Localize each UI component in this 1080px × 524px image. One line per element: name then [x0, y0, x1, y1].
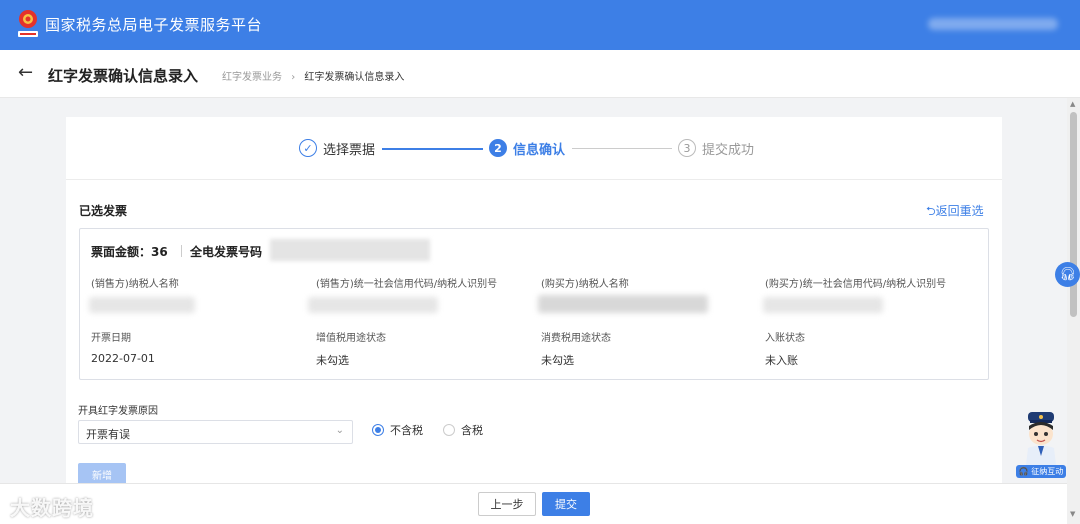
- seller-id-label: (销售方)统一社会信用代码/纳税人识别号: [316, 279, 498, 290]
- consumption-use-label: 消费税用途状态: [541, 333, 611, 344]
- entry-status-value: 未入账: [765, 354, 798, 367]
- radio-unchecked-icon: [443, 424, 455, 436]
- top-navbar: 国家税务总局电子发票服务平台: [0, 0, 1080, 50]
- seller-name-redacted: [89, 297, 195, 313]
- radio-tax-inclusive[interactable]: 含税: [443, 422, 483, 438]
- footer-bar: 大数跨境 上一步 提交: [0, 483, 1067, 524]
- page-title: 红字发票确认信息录入: [48, 67, 199, 85]
- reselect-link[interactable]: ⮌返回重选: [926, 202, 984, 223]
- submit-button[interactable]: 提交: [542, 492, 590, 516]
- assistant-label: 🎧 征纳互动: [1016, 465, 1066, 478]
- step-progress: ✓ 选择票据 2 信息确认 3 提交成功: [66, 117, 1002, 180]
- buyer-name-redacted: [538, 295, 708, 313]
- step-number: 3: [678, 139, 696, 157]
- step-confirm-info: 2 信息确认: [489, 138, 565, 158]
- reason-select[interactable]: 开票有误 ⌄: [78, 420, 353, 444]
- consumption-use-value: 未勾选: [541, 354, 574, 367]
- breadcrumb-separator-icon: ›: [291, 72, 296, 83]
- headset-icon[interactable]: 🎧︎: [1055, 262, 1080, 287]
- invoice-date-label: 开票日期: [91, 333, 131, 344]
- main-card: ✓ 选择票据 2 信息确认 3 提交成功 已选发票 ⮌返回重选 票面金额：36 …: [66, 117, 1002, 524]
- reason-select-value: 开票有误: [86, 428, 130, 441]
- step-submit-success: 3 提交成功: [678, 138, 754, 158]
- buyer-name-label: (购买方)纳税人名称: [541, 279, 629, 290]
- invoice-date-value: 2022-07-01: [91, 352, 155, 365]
- invoice-amount: 票面金额：36: [91, 245, 168, 259]
- user-info[interactable]: [928, 18, 1058, 30]
- scroll-up-icon[interactable]: ▲: [1070, 100, 1075, 108]
- buyer-id-label: (购买方)统一社会信用代码/纳税人识别号: [765, 279, 947, 290]
- page-scrollbar[interactable]: ▲ ▼: [1067, 98, 1080, 524]
- selected-invoice-card: 票面金额：36 全电发票号码 (销售方)纳税人名称 (销售方)统一社会信用代码/…: [79, 228, 989, 380]
- step-connector-done: [382, 148, 483, 150]
- invoice-number-label: 全电发票号码: [190, 245, 263, 259]
- watermark-logo: 大数跨境: [10, 496, 94, 520]
- tax-emblem-logo: [18, 10, 38, 37]
- step-select-invoice: ✓ 选择票据: [299, 138, 375, 158]
- step-label: 选择票据: [323, 142, 376, 158]
- section-title: 已选发票: [79, 204, 128, 218]
- vat-use-value: 未勾选: [316, 354, 349, 367]
- entry-status-label: 入账状态: [765, 333, 805, 344]
- step-number: 2: [489, 139, 507, 157]
- radio-tax-exclusive[interactable]: 不含税: [372, 422, 423, 438]
- step-label: 提交成功: [702, 142, 755, 158]
- add-button[interactable]: 新增: [78, 463, 126, 485]
- step-connector-pending: [572, 148, 672, 149]
- radio-label: 不含税: [390, 424, 423, 437]
- breadcrumb-item-current: 红字发票确认信息录入: [304, 72, 405, 83]
- back-arrow-icon[interactable]: ←: [18, 62, 33, 83]
- buyer-id-redacted: [763, 297, 883, 313]
- vat-use-label: 增值税用途状态: [316, 333, 386, 344]
- breadcrumb-item-red-invoice[interactable]: 红字发票业务: [222, 72, 282, 83]
- assistant-avatar-icon: [1026, 412, 1056, 465]
- chevron-down-icon: ⌄: [335, 425, 344, 436]
- divider: [181, 245, 182, 257]
- assistant-widget[interactable]: 🎧 征纳互动: [1016, 410, 1066, 478]
- check-icon: ✓: [299, 139, 317, 157]
- seller-id-redacted: [308, 297, 438, 313]
- prev-step-button[interactable]: 上一步: [478, 492, 536, 516]
- step-label: 信息确认: [513, 142, 566, 158]
- seller-name-label: (销售方)纳税人名称: [91, 279, 179, 290]
- scroll-down-icon[interactable]: ▼: [1070, 510, 1075, 518]
- radio-label: 含税: [461, 424, 483, 437]
- radio-checked-icon: [372, 424, 384, 436]
- invoice-number-redacted: [270, 239, 430, 261]
- breadcrumb: 红字发票业务 › 红字发票确认信息录入: [222, 68, 404, 83]
- reason-label: 开具红字发票原因: [78, 406, 158, 417]
- page-header: ← 红字发票确认信息录入 红字发票业务 › 红字发票确认信息录入: [0, 50, 1080, 98]
- platform-title: 国家税务总局电子发票服务平台: [45, 16, 263, 34]
